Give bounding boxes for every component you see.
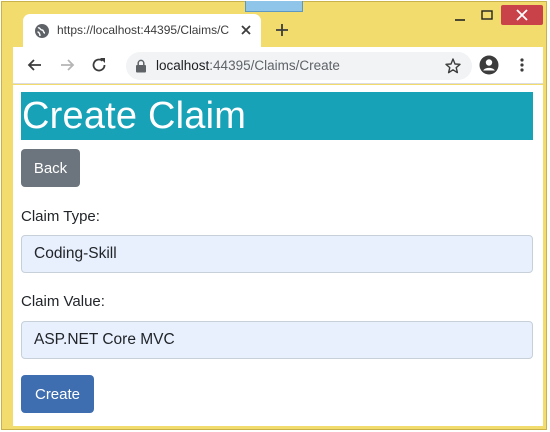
browser-window: https://localhost:44395/Claims/C localho… <box>1 1 547 430</box>
url-text: localhost:44395/Claims/Create <box>156 58 340 73</box>
close-tab-icon[interactable] <box>239 23 253 37</box>
claim-value-label: Claim Value: <box>21 293 105 310</box>
forward-arrow-icon[interactable] <box>58 56 76 74</box>
globe-icon <box>35 24 49 38</box>
browser-toolbar: localhost:44395/Claims/Create <box>13 47 543 84</box>
claim-type-input[interactable] <box>21 235 533 273</box>
maximize-icon[interactable] <box>475 6 499 26</box>
profile-avatar-icon[interactable] <box>479 55 499 75</box>
lock-icon <box>136 59 146 73</box>
claim-type-label: Claim Type: <box>21 208 100 225</box>
minimize-icon[interactable] <box>448 6 472 26</box>
bookmark-star-icon[interactable] <box>444 57 462 75</box>
reload-icon[interactable] <box>90 56 108 74</box>
tab-title: https://localhost:44395/Claims/C <box>57 23 230 37</box>
close-icon <box>516 9 528 21</box>
back-arrow-icon[interactable] <box>26 56 44 74</box>
create-button[interactable]: Create <box>21 375 94 413</box>
address-bar[interactable]: localhost:44395/Claims/Create <box>126 52 472 80</box>
url-host: localhost <box>156 58 210 73</box>
url-path: :44395/Claims/Create <box>209 58 340 73</box>
window-close-button[interactable] <box>501 5 543 25</box>
browser-tab[interactable]: https://localhost:44395/Claims/C <box>23 14 261 48</box>
claim-value-input[interactable] <box>21 321 533 359</box>
background-window-edge <box>245 1 303 12</box>
new-tab-icon[interactable] <box>274 22 290 38</box>
page-title: Create Claim <box>21 92 533 140</box>
page-content: Create Claim Back Claim Type: Claim Valu… <box>13 85 543 426</box>
menu-dots-icon[interactable] <box>513 56 531 74</box>
back-button[interactable]: Back <box>21 149 80 187</box>
